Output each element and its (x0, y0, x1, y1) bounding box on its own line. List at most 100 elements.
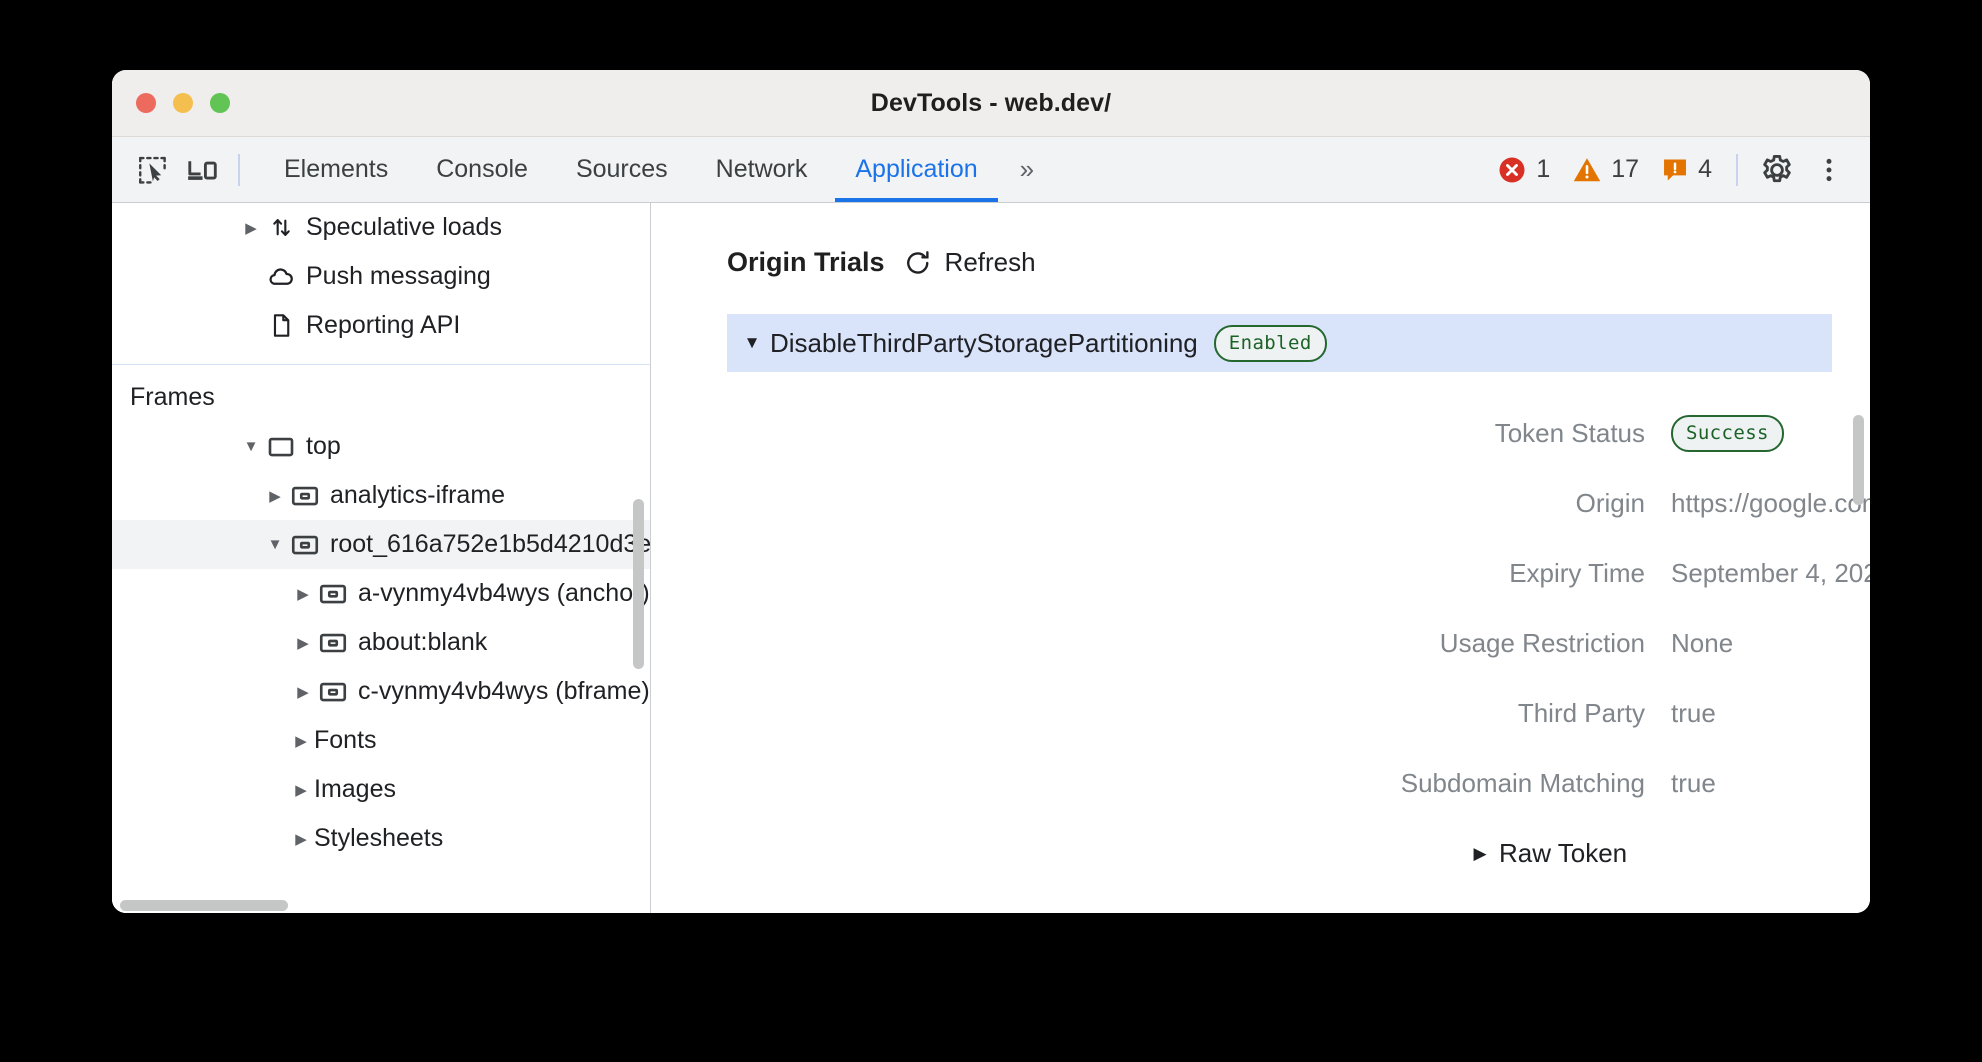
warning-icon (1572, 155, 1602, 185)
sidebar-frame-label: top (306, 432, 341, 461)
sidebar-item-reporting-api[interactable]: Reporting API (112, 301, 650, 350)
maximize-window-button[interactable] (210, 93, 230, 113)
panel-tabs: Elements Console Sources Network Applica… (260, 137, 1050, 202)
detail-key: Third Party (651, 698, 1671, 729)
minimize-window-button[interactable] (173, 93, 193, 113)
status-badge: Enabled (1214, 325, 1327, 362)
sidebar-horizontal-scrollbar-track[interactable] (112, 896, 650, 913)
origin-trial-details: Token Status Success Origin https://goog… (651, 398, 1870, 818)
iframe-icon (314, 677, 352, 707)
sidebar-frame-label: about:blank (358, 628, 487, 657)
issue-icon (1661, 156, 1689, 184)
origin-trial-row[interactable]: ▼ DisableThirdPartyStoragePartitioning E… (727, 314, 1832, 372)
sidebar-frame-images[interactable]: ▶ Images (112, 765, 650, 814)
chevron-right-icon[interactable]: ▶ (240, 219, 262, 237)
detail-row-subdomain-matching: Subdomain Matching true (651, 748, 1870, 818)
origin-trials-content: Origin Trials Refresh ▼ (651, 203, 1870, 869)
inspect-element-button[interactable] (128, 145, 178, 195)
sidebar-frame-label: Fonts (314, 726, 377, 755)
chevron-down-icon[interactable]: ▼ (240, 438, 262, 455)
error-icon (1497, 155, 1527, 185)
panel-header: Origin Trials Refresh (651, 247, 1870, 278)
tab-console[interactable]: Console (412, 137, 552, 202)
chevron-down-icon[interactable]: ▼ (264, 536, 286, 553)
sidebar-frame-about-blank[interactable]: ▶ about:blank (112, 618, 650, 667)
chevron-right-icon[interactable]: ▶ (292, 634, 314, 652)
settings-button[interactable] (1752, 145, 1802, 195)
origin-trial-name: DisableThirdPartyStoragePartitioning (770, 328, 1198, 359)
detail-key: Token Status (651, 418, 1671, 449)
three-dot-menu-icon (1815, 156, 1843, 184)
toolbar-divider-right (1736, 154, 1738, 186)
toggle-device-toolbar-button[interactable] (178, 145, 228, 195)
page-title: Origin Trials (727, 247, 885, 278)
document-icon (262, 312, 300, 339)
more-tabs-button[interactable]: » (1002, 137, 1050, 202)
speculative-loads-icon (262, 214, 300, 241)
sidebar-frame-top[interactable]: ▼ top (112, 422, 650, 471)
window-traffic-lights (136, 93, 230, 113)
chevron-right-icon[interactable]: ▶ (290, 830, 312, 848)
window-title: DevTools - web.dev/ (112, 89, 1870, 118)
iframe-icon (286, 481, 324, 511)
sidebar-frame-stylesheets[interactable]: ▶ Stylesheets (112, 814, 650, 863)
sidebar-frame-label: Stylesheets (314, 824, 443, 853)
chevron-down-icon[interactable]: ▼ (739, 333, 765, 353)
chevron-right-icon[interactable]: ▶ (292, 683, 314, 701)
devtools-body: ▶ Speculative loads (112, 203, 1870, 913)
chevron-right-icon[interactable]: ▶ (290, 781, 312, 799)
detail-row-usage-restriction: Usage Restriction None (651, 608, 1870, 678)
error-count: 1 (1536, 155, 1550, 184)
main-vertical-scrollbar[interactable] (1853, 415, 1864, 505)
refresh-icon (903, 248, 933, 278)
devtools-toolbar: Elements Console Sources Network Applica… (112, 137, 1870, 203)
sidebar-vertical-scrollbar[interactable] (633, 499, 644, 669)
sidebar-horizontal-scrollbar-thumb[interactable] (120, 900, 288, 911)
sidebar-item-speculative-loads[interactable]: ▶ Speculative loads (112, 203, 650, 252)
detail-value: None (1671, 628, 1733, 659)
error-counter[interactable]: 1 (1487, 147, 1560, 193)
detail-value: September 4, 2024 at 12:59:59 AM GMT+1 (1671, 558, 1870, 589)
iframe-icon (314, 579, 352, 609)
warning-counter[interactable]: 17 (1562, 147, 1649, 193)
chevron-right-icon[interactable]: ▶ (290, 732, 312, 750)
sidebar-frame-c-vynmy4vb4wys[interactable]: ▶ c-vynmy4vb4wys (bframe) (112, 667, 650, 716)
sidebar-frame-fonts[interactable]: ▶ Fonts (112, 716, 650, 765)
origin-trials-panel: Origin Trials Refresh ▼ (651, 203, 1870, 913)
close-window-button[interactable] (136, 93, 156, 113)
sidebar-scroll-container[interactable]: ▶ Speculative loads (112, 203, 650, 913)
refresh-button[interactable]: Refresh (903, 247, 1036, 278)
sidebar-item-label: Reporting API (306, 311, 460, 340)
tab-elements[interactable]: Elements (260, 137, 412, 202)
sidebar-frame-root-selected[interactable]: ▼ root_616a752e1b5d4210d3ec (112, 520, 650, 569)
gear-icon (1760, 153, 1794, 187)
chevron-right-icon[interactable]: ▶ (292, 585, 314, 603)
sidebar-frame-label: analytics-iframe (330, 481, 505, 510)
detail-key: Usage Restriction (651, 628, 1671, 659)
devtools-window: DevTools - web.dev/ (112, 70, 1870, 913)
sidebar-item-label: Speculative loads (306, 213, 502, 242)
detail-value: https://google.com (1671, 488, 1870, 519)
detail-key: Origin (651, 488, 1671, 519)
detail-row-expiry-time: Expiry Time September 4, 2024 at 12:59:5… (651, 538, 1870, 608)
chevron-right-icon[interactable]: ▶ (264, 487, 286, 505)
detail-key: Subdomain Matching (651, 768, 1671, 799)
chevron-right-icon[interactable]: ▶ (1469, 844, 1491, 864)
token-status-badge: Success (1671, 415, 1784, 452)
sidebar-frame-analytics-iframe[interactable]: ▶ analytics-iframe (112, 471, 650, 520)
tab-application[interactable]: Application (831, 137, 1001, 202)
more-options-button[interactable] (1804, 145, 1854, 195)
detail-row-third-party: Third Party true (651, 678, 1870, 748)
sidebar-item-push-messaging[interactable]: Push messaging (112, 252, 650, 301)
sidebar-frame-label: root_616a752e1b5d4210d3ec (330, 530, 650, 559)
toolbar-divider (238, 154, 240, 186)
issues-counter[interactable]: 4 (1651, 147, 1722, 193)
raw-token-toggle[interactable]: ▶ Raw Token (651, 838, 1870, 869)
sidebar-frame-a-vynmy4vb4wys[interactable]: ▶ a-vynmy4vb4wys (anchor) (112, 569, 650, 618)
sidebar-frame-label: Images (314, 775, 396, 804)
tab-network[interactable]: Network (692, 137, 832, 202)
tab-sources[interactable]: Sources (552, 137, 692, 202)
device-toolbar-icon (185, 152, 221, 188)
frame-icon (262, 432, 300, 462)
detail-value: Success (1671, 415, 1784, 452)
